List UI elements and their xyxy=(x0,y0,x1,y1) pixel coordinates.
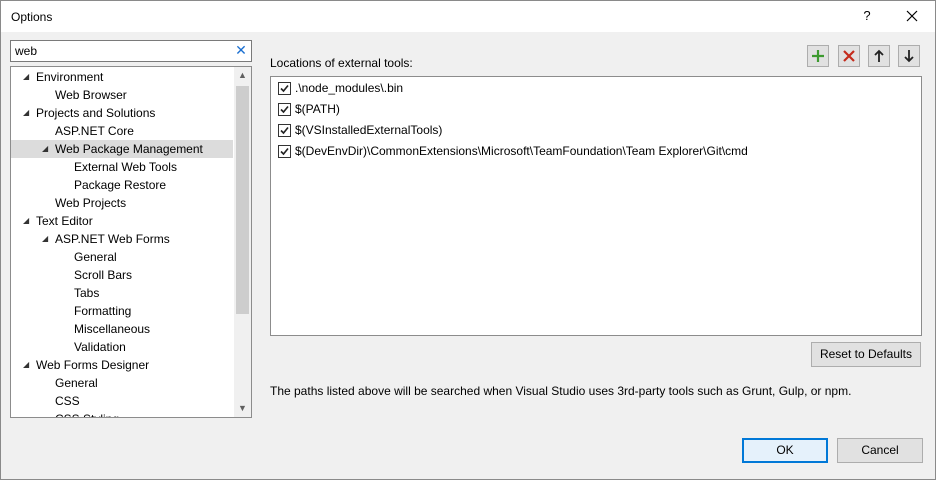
path-text: .\node_modules\.bin xyxy=(295,81,404,95)
tree-item[interactable]: Scroll Bars xyxy=(11,266,233,284)
path-checkbox[interactable] xyxy=(278,103,291,116)
expand-arrow-icon[interactable]: ◢ xyxy=(42,230,52,248)
tree-item-label: General xyxy=(55,376,98,390)
reset-to-defaults-button[interactable]: Reset to Defaults xyxy=(811,342,921,367)
close-icon xyxy=(906,10,918,22)
tree-item[interactable]: Web Projects xyxy=(11,194,233,212)
tree-item-label: CSS xyxy=(55,394,80,408)
tree-item[interactable]: General xyxy=(11,248,233,266)
cancel-button[interactable]: Cancel xyxy=(837,438,923,463)
tree-item[interactable]: External Web Tools xyxy=(11,158,233,176)
move-up-button[interactable] xyxy=(868,45,890,67)
tree-item[interactable]: ◢ Projects and Solutions xyxy=(11,104,233,122)
arrow-up-icon xyxy=(874,49,884,62)
tree-item[interactable]: ASP.NET Core xyxy=(11,122,233,140)
help-button[interactable]: ? xyxy=(852,5,882,27)
expand-arrow-icon[interactable]: ◢ xyxy=(23,212,33,230)
paths-description: The paths listed above will be searched … xyxy=(270,384,852,398)
tree-item-label: Web Forms Designer xyxy=(36,358,150,372)
tree-item-label: ASP.NET Web Forms xyxy=(55,232,170,246)
tree-item-label: External Web Tools xyxy=(74,160,177,174)
close-button[interactable] xyxy=(897,5,927,27)
tree-item-label: Miscellaneous xyxy=(74,322,151,336)
move-down-button[interactable] xyxy=(898,45,920,67)
tree-item[interactable]: CSS xyxy=(11,392,233,410)
window-title: Options xyxy=(11,10,53,24)
tree-item-label: ASP.NET Core xyxy=(55,124,134,138)
checkmark-icon xyxy=(280,147,289,156)
checkmark-icon xyxy=(280,126,289,135)
tree-item-label: Projects and Solutions xyxy=(36,106,156,120)
tree-item[interactable]: ◢ Web Package Management xyxy=(11,140,233,158)
tree-item-label: CSS Styling xyxy=(55,410,119,417)
tree-item-label: Validation xyxy=(74,340,126,354)
path-text: $(DevEnvDir)\CommonExtensions\Microsoft\… xyxy=(295,144,748,158)
remove-path-button[interactable] xyxy=(838,45,860,67)
tree-item[interactable]: Validation xyxy=(11,338,233,356)
title-bar: Options ? xyxy=(1,1,935,32)
path-text: $(PATH) xyxy=(295,102,340,116)
tree-item-label: General xyxy=(74,250,117,264)
scroll-down-icon[interactable]: ▼ xyxy=(234,400,251,417)
tree-item-label: Web Package Management xyxy=(55,142,203,156)
path-text: $(VSInstalledExternalTools) xyxy=(295,123,443,137)
expand-arrow-icon[interactable]: ◢ xyxy=(23,356,33,374)
tree-item-label: Web Browser xyxy=(55,88,127,102)
expand-arrow-icon[interactable]: ◢ xyxy=(23,68,33,86)
tree-item-label: Package Restore xyxy=(74,178,167,192)
tree-scrollbar[interactable]: ▲ ▼ xyxy=(234,67,251,417)
tree-item[interactable]: Package Restore xyxy=(11,176,233,194)
options-tree: ◢ Environment Web Browser ◢ Projects and Sol… xyxy=(10,66,252,418)
expand-arrow-icon[interactable]: ◢ xyxy=(23,104,33,122)
tree-item-label: Web Projects xyxy=(55,196,127,210)
path-checkbox[interactable] xyxy=(278,145,291,158)
x-icon xyxy=(843,50,855,62)
tree-item[interactable]: ◢ Web Forms Designer xyxy=(11,356,233,374)
scroll-up-icon[interactable]: ▲ xyxy=(234,67,251,84)
tree-item-label: Tabs xyxy=(74,286,100,300)
search-input[interactable] xyxy=(15,42,230,59)
checkmark-icon xyxy=(280,84,289,93)
tree-item-label: Text Editor xyxy=(36,214,93,228)
options-dialog: Options ? ✕ ◢EnvironmentWeb Browser◢Proj… xyxy=(0,0,936,480)
tree-item[interactable]: Web Browser xyxy=(11,86,233,104)
tree-item[interactable]: ◢ Text Editor xyxy=(11,212,233,230)
tree-item[interactable]: General xyxy=(11,374,233,392)
ok-button[interactable]: OK xyxy=(742,438,828,463)
expand-arrow-icon[interactable]: ◢ xyxy=(42,140,52,158)
path-checkbox[interactable] xyxy=(278,82,291,95)
external-tools-list: .\node_modules\.bin $(PATH) $(VSInstalledE… xyxy=(270,76,922,336)
checkmark-icon xyxy=(280,105,289,114)
plus-icon xyxy=(812,50,824,62)
tree-item[interactable]: Formatting xyxy=(11,302,233,320)
tree-item[interactable]: CSS Styling xyxy=(11,410,233,417)
search-box: ✕ xyxy=(10,40,252,62)
scroll-thumb[interactable] xyxy=(236,86,249,314)
search-clear-icon[interactable]: ✕ xyxy=(234,43,248,58)
tree-items: ◢ Environment Web Browser ◢ Projects and Sol… xyxy=(11,68,233,417)
tree-item-label: Scroll Bars xyxy=(74,268,133,282)
path-checkbox[interactable] xyxy=(278,124,291,137)
tree-item[interactable]: Miscellaneous xyxy=(11,320,233,338)
tree-item[interactable]: ◢ ASP.NET Web Forms xyxy=(11,230,233,248)
tree-item-label: Environment xyxy=(36,70,104,84)
arrow-down-icon xyxy=(904,50,914,63)
locations-label: Locations of external tools: xyxy=(270,56,413,70)
tree-item-label: Formatting xyxy=(74,304,132,318)
tree-item[interactable]: ◢ Environment xyxy=(11,68,233,86)
tree-item[interactable]: Tabs xyxy=(11,284,233,302)
add-path-button[interactable] xyxy=(807,45,829,67)
